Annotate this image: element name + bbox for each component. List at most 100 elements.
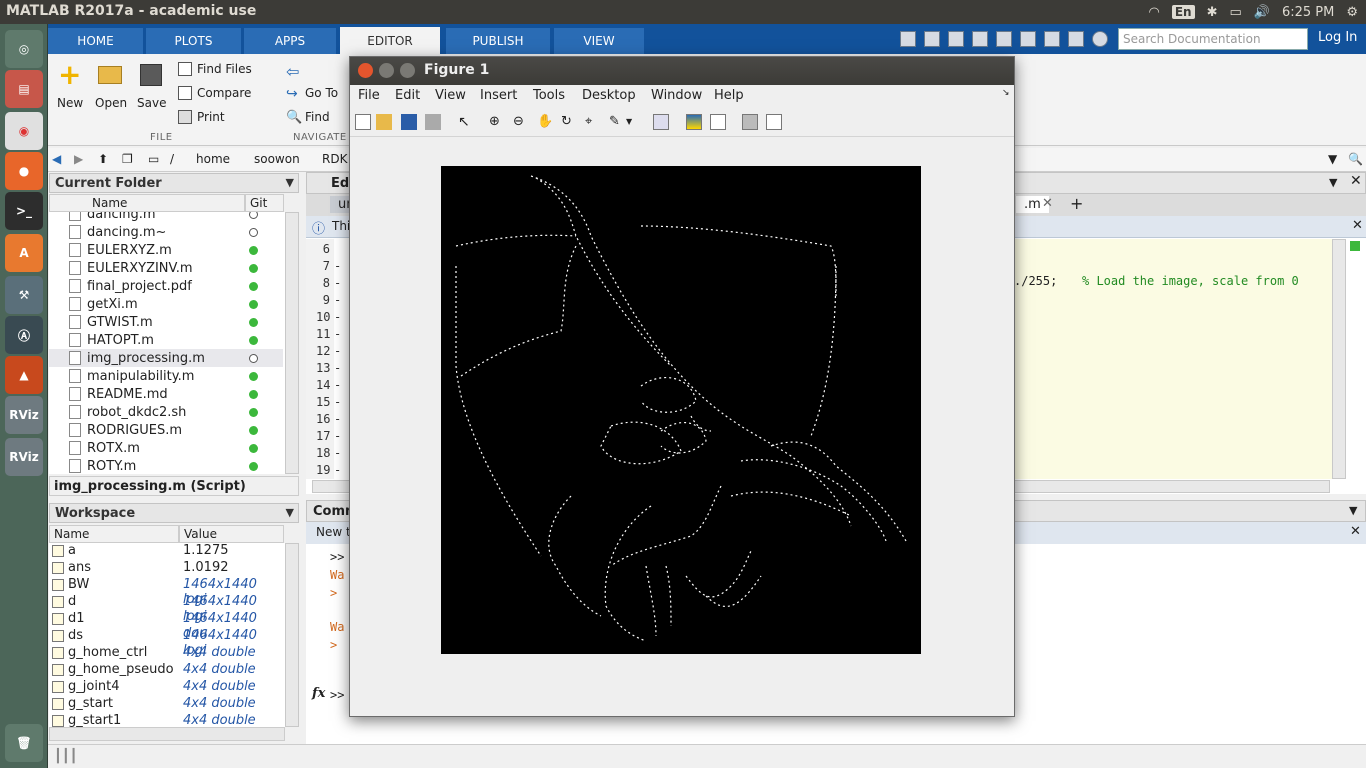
file-row[interactable]: ROTX.m [49, 439, 283, 457]
open-button[interactable]: Open [95, 96, 127, 110]
line-number[interactable]: 11 [316, 327, 330, 341]
software-updater-icon[interactable]: Ⓐ [5, 316, 43, 354]
dash-home-icon[interactable]: ◎ [5, 30, 43, 68]
goto-button[interactable]: Go To [305, 86, 338, 100]
command-info-text[interactable]: New t [316, 525, 351, 539]
breakpoint-marker[interactable]: - [334, 293, 341, 307]
workspace-name-column[interactable]: Name [49, 525, 179, 543]
editor-close-icon[interactable]: ✕ [1350, 173, 1362, 189]
git-column-header[interactable]: Git [245, 194, 284, 212]
breakpoint-marker[interactable]: - [334, 276, 341, 290]
back-arrow-icon[interactable]: ⇦ [286, 62, 299, 81]
command-info-close-icon[interactable]: ✕ [1350, 524, 1361, 539]
colorbar-icon[interactable] [686, 114, 702, 130]
figure-titlebar[interactable]: Figure 1 [350, 57, 1014, 85]
new-tab-plus-icon[interactable]: + [1070, 194, 1083, 213]
save-disk-icon[interactable] [140, 64, 162, 86]
compare-button[interactable]: Compare [197, 86, 251, 100]
forward-icon[interactable]: ▶ [74, 152, 83, 166]
line-number[interactable]: 18 [316, 446, 330, 460]
line-number[interactable]: 7 [316, 259, 330, 273]
breakpoint-marker[interactable]: - [334, 429, 341, 443]
menu-help[interactable]: Help [714, 88, 744, 103]
new-plus-icon[interactable]: + [58, 61, 81, 89]
search-folder-icon[interactable]: 🔍 [1348, 152, 1363, 166]
print-button[interactable]: Print [197, 110, 225, 124]
file-row[interactable]: EULERXYZINV.m [49, 259, 283, 277]
data-cursor-icon[interactable]: ⌖ [585, 114, 601, 130]
help-icon[interactable] [1092, 31, 1108, 47]
workspace-variable-row[interactable]: g_home_pseudo 4x4 double [49, 662, 283, 679]
code-analyzer-status-icon[interactable] [1350, 241, 1360, 251]
menu-view[interactable]: View [435, 88, 466, 103]
workspace-variable-row[interactable]: g_home_ctrl 4x4 double [49, 645, 283, 662]
breakpoint-marker[interactable]: - [334, 378, 341, 392]
file-row[interactable]: dancing.m [49, 212, 283, 223]
close-icon[interactable] [358, 63, 373, 78]
minimize-icon[interactable] [379, 63, 394, 78]
code-cell-highlight[interactable]: ./255; % Load the image, scale from 0 [1014, 239, 1332, 479]
browse-folder-icon[interactable]: ❐ [122, 152, 133, 166]
login-link[interactable]: Log In [1318, 30, 1357, 45]
name-column-header[interactable]: Name [49, 194, 245, 212]
battery-icon[interactable]: ▭ [1229, 5, 1241, 20]
line-number[interactable]: 19 [316, 463, 330, 477]
new-figure-icon[interactable] [355, 114, 371, 130]
tab-close-icon[interactable]: ✕ [1042, 196, 1053, 211]
file-row[interactable]: ROTY.m [49, 457, 283, 474]
file-cabinet-icon[interactable]: ▤ [5, 70, 43, 108]
breakpoint-marker[interactable]: - [334, 446, 341, 460]
workspace-variable-row[interactable]: a 1.1275 [49, 543, 283, 560]
zoom-out-icon[interactable]: ⊖ [513, 114, 529, 130]
search-documentation-input[interactable]: Search Documentation [1118, 28, 1308, 50]
file-row[interactable]: img_processing.m [49, 349, 283, 367]
breakpoint-marker[interactable]: - [334, 344, 341, 358]
command-menu-icon[interactable]: ▼ [1349, 504, 1357, 517]
print-figure-icon[interactable] [425, 114, 441, 130]
menu-file[interactable]: File [358, 88, 380, 103]
file-row[interactable]: EULERXYZ.m [49, 241, 283, 259]
clock[interactable]: 6:25 PM [1282, 5, 1334, 20]
matlab-icon[interactable]: ▲ [5, 356, 43, 394]
file-row[interactable]: GTWIST.m [49, 313, 283, 331]
edit-plot-arrow-icon[interactable]: ↖ [458, 114, 474, 130]
open-folder-icon[interactable] [98, 66, 122, 84]
line-number[interactable]: 13 [316, 361, 330, 375]
tab-editor[interactable]: EDITOR [340, 27, 440, 54]
file-row[interactable]: RODRIGUES.m [49, 421, 283, 439]
rotate-3d-icon[interactable]: ↻ [561, 114, 577, 130]
keyboard-language-indicator[interactable]: En [1171, 5, 1195, 19]
line-number[interactable]: 15 [316, 395, 330, 409]
new-button[interactable]: New [57, 96, 83, 110]
menu-desktop[interactable]: Desktop [582, 88, 636, 103]
path-folder[interactable]: RDK [322, 152, 347, 166]
file-row[interactable]: README.md [49, 385, 283, 403]
terminal-icon[interactable]: >_ [5, 192, 43, 230]
tab-apps[interactable]: APPS [244, 28, 336, 54]
show-plot-tools-icon[interactable] [766, 114, 782, 130]
save-icon[interactable] [924, 31, 940, 47]
path-dropdown-icon[interactable]: ▼ [1328, 152, 1337, 166]
firefox-icon[interactable]: ● [5, 152, 43, 190]
brush-dropdown-icon[interactable]: ▼ [626, 114, 642, 130]
breakpoint-marker[interactable]: - [334, 361, 341, 375]
file-row[interactable]: dancing.m~ [49, 223, 283, 241]
path-home[interactable]: home [196, 152, 230, 166]
line-number[interactable]: 10 [316, 310, 330, 324]
zoom-in-icon[interactable]: ⊕ [489, 114, 505, 130]
file-row[interactable]: robot_dkdc2.sh [49, 403, 283, 421]
workspace-variable-row[interactable]: ds 1464x1440 logi [49, 628, 283, 658]
breakpoint-marker[interactable]: - [334, 327, 341, 341]
tab-plots[interactable]: PLOTS [146, 28, 241, 54]
info-close-icon[interactable]: ✕ [1352, 218, 1363, 233]
layout-icon[interactable] [900, 31, 916, 47]
line-number[interactable]: 9 [316, 293, 330, 307]
breakpoint-marker[interactable]: - [334, 395, 341, 409]
trash-icon[interactable]: 🗑 [5, 724, 43, 762]
fx-icon[interactable]: fx [312, 686, 325, 701]
file-row[interactable]: getXi.m [49, 295, 283, 313]
menu-edit[interactable]: Edit [395, 88, 420, 103]
volume-icon[interactable]: 🔊 [1254, 5, 1270, 20]
find-files-button[interactable]: Find Files [197, 62, 252, 76]
rviz-icon[interactable]: RViz [5, 438, 43, 476]
